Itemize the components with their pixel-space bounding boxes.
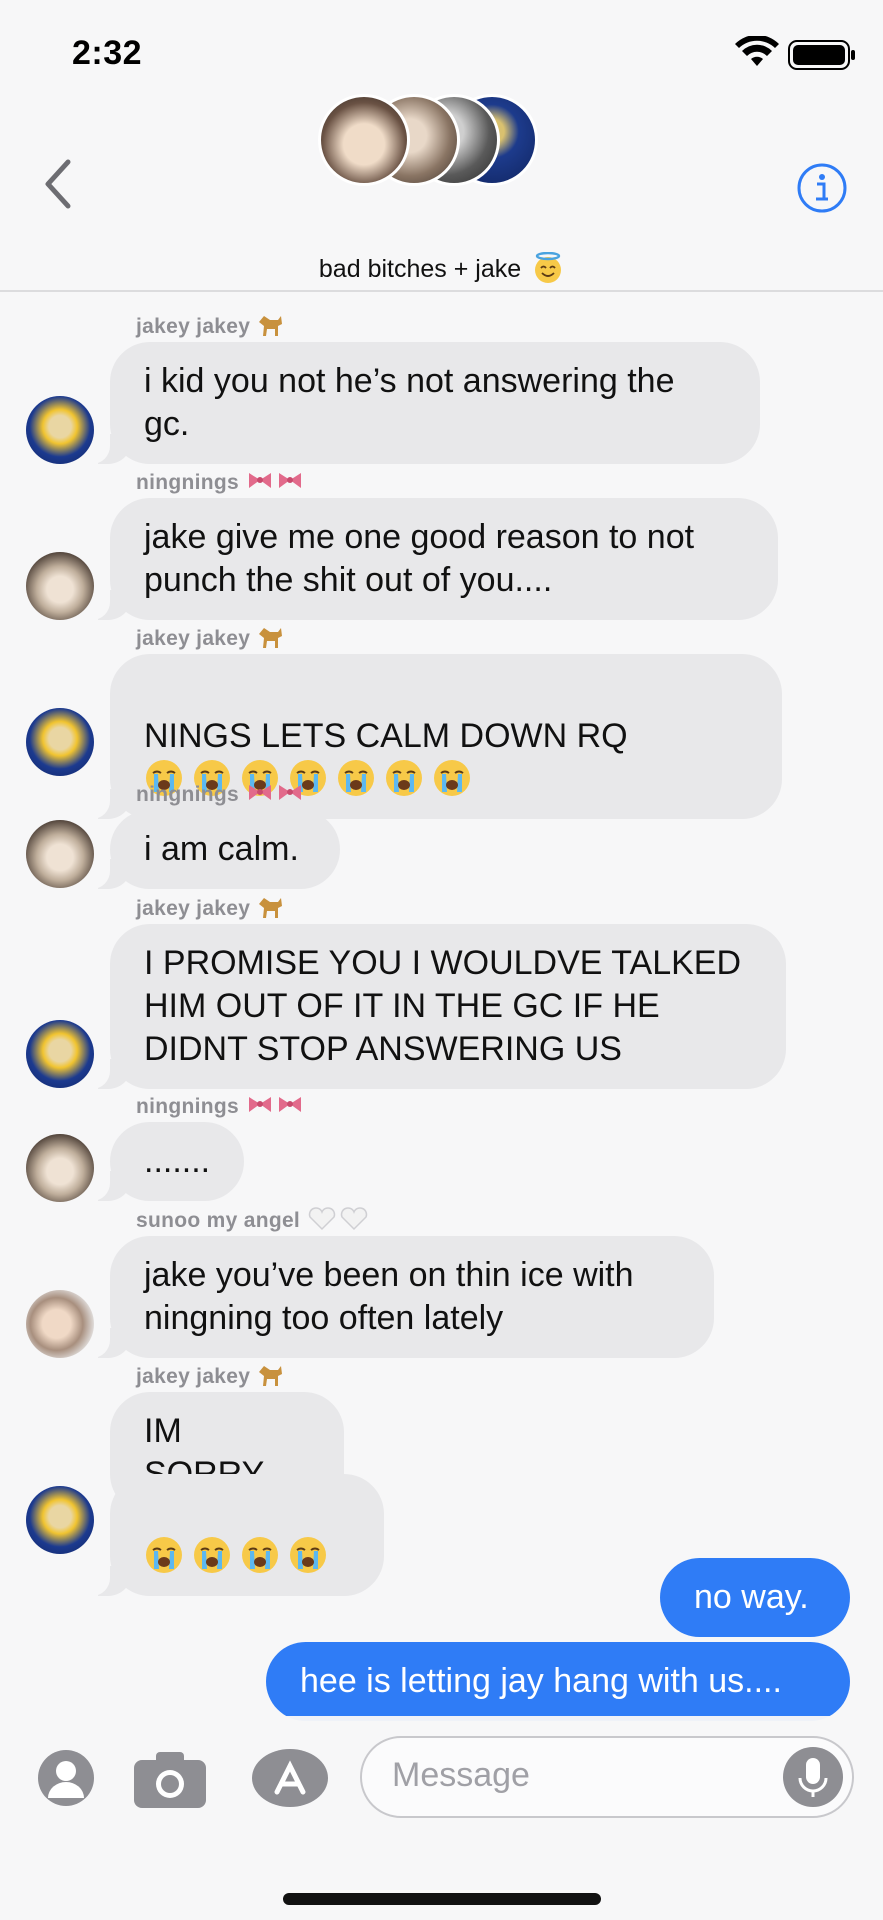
- message-input-bar: Message: [0, 1716, 883, 1920]
- avatar[interactable]: [26, 1134, 94, 1202]
- avatar[interactable]: [26, 1486, 94, 1554]
- smiling-face-with-halo-icon: [535, 251, 562, 283]
- info-circle-icon[interactable]: [796, 162, 848, 214]
- sender-name-text: ningnings: [136, 471, 240, 494]
- incoming-message-bubble[interactable]: [88, 1474, 384, 1596]
- sender-name-text: ningnings: [136, 783, 240, 806]
- group-avatar-stack[interactable]: [318, 94, 538, 190]
- loudly-crying-face-icon: [338, 760, 374, 796]
- sender-name: ningnings: [136, 1092, 309, 1119]
- dog-icon: [259, 898, 283, 918]
- avatar[interactable]: [26, 820, 94, 888]
- microphone-icon[interactable]: [782, 1746, 844, 1808]
- dog-icon: [259, 628, 283, 648]
- outgoing-message-bubble[interactable]: no way.: [660, 1558, 850, 1637]
- wifi-icon: [735, 36, 779, 66]
- sender-name: sunoo my angel: [136, 1206, 372, 1233]
- avatar[interactable]: [26, 708, 94, 776]
- sender-name: jakey jakey: [136, 894, 284, 921]
- incoming-message-bubble[interactable]: i am calm.: [88, 810, 340, 889]
- emoji-group: [144, 1537, 336, 1575]
- status-time: 2:32: [72, 34, 143, 72]
- incoming-message-bubble[interactable]: jake you’ve been on thin ice with ningni…: [88, 1236, 714, 1358]
- incoming-message-bubble[interactable]: jake give me one good reason to not punc…: [88, 498, 778, 620]
- loudly-crying-face-icon: [194, 1537, 230, 1573]
- group-title-text: bad bitches + jake: [318, 255, 522, 283]
- app-store-icon[interactable]: [250, 1748, 330, 1808]
- loudly-crying-face-icon: [146, 1537, 182, 1573]
- sender-name-text: jakey jakey: [136, 627, 251, 650]
- loudly-crying-face-icon: [434, 760, 470, 796]
- sender-name-text: jakey jakey: [136, 315, 251, 338]
- sender-name: jakey jakey: [136, 312, 284, 339]
- white-hearts-icon: [308, 1207, 368, 1231]
- incoming-message-bubble[interactable]: I PROMISE YOU I WOULDVE TALKED HIM OUT O…: [88, 924, 786, 1089]
- dog-icon: [259, 316, 283, 336]
- avatar[interactable]: [26, 1020, 94, 1088]
- battery-full-icon: [788, 40, 855, 70]
- sender-name-text: ningnings: [136, 1095, 240, 1118]
- sender-name: ningnings: [136, 780, 309, 807]
- avatar[interactable]: [26, 552, 94, 620]
- sender-name: ningnings: [136, 468, 309, 495]
- dog-icon: [259, 1366, 283, 1386]
- message-placeholder: Message: [392, 1756, 530, 1794]
- loudly-crying-face-icon: [290, 1537, 326, 1573]
- sender-name-text: sunoo my angel: [136, 1209, 301, 1232]
- sender-name-text: jakey jakey: [136, 1365, 251, 1388]
- group-title[interactable]: bad bitches + jake: [0, 251, 883, 284]
- ribbons-icon: [249, 785, 302, 800]
- avatar[interactable]: [26, 396, 94, 464]
- loudly-crying-face-icon: [386, 760, 422, 796]
- ribbons-icon: [249, 1097, 302, 1112]
- home-indicator: [283, 1893, 601, 1905]
- contact-icon[interactable]: [36, 1748, 96, 1808]
- loudly-crying-face-icon: [242, 1537, 278, 1573]
- incoming-message-bubble[interactable]: .......: [88, 1122, 244, 1201]
- message-input[interactable]: Message: [360, 1736, 854, 1818]
- outgoing-message-bubble[interactable]: hee is letting jay hang with us....: [266, 1642, 850, 1721]
- sender-name: jakey jakey: [136, 1362, 284, 1389]
- conversation-header: bad bitches + jake: [0, 80, 883, 292]
- avatar[interactable]: [26, 1290, 94, 1358]
- message-text: NINGS LETS CALM DOWN RQ: [144, 717, 628, 755]
- camera-icon[interactable]: [132, 1750, 208, 1810]
- sender-name-text: jakey jakey: [136, 897, 251, 920]
- ribbons-icon: [249, 473, 302, 488]
- incoming-message-bubble[interactable]: i kid you not he’s not answering the gc.: [88, 342, 760, 464]
- chevron-left-icon[interactable]: [40, 156, 76, 212]
- sender-name: jakey jakey: [136, 624, 284, 651]
- group-avatar: [318, 94, 410, 186]
